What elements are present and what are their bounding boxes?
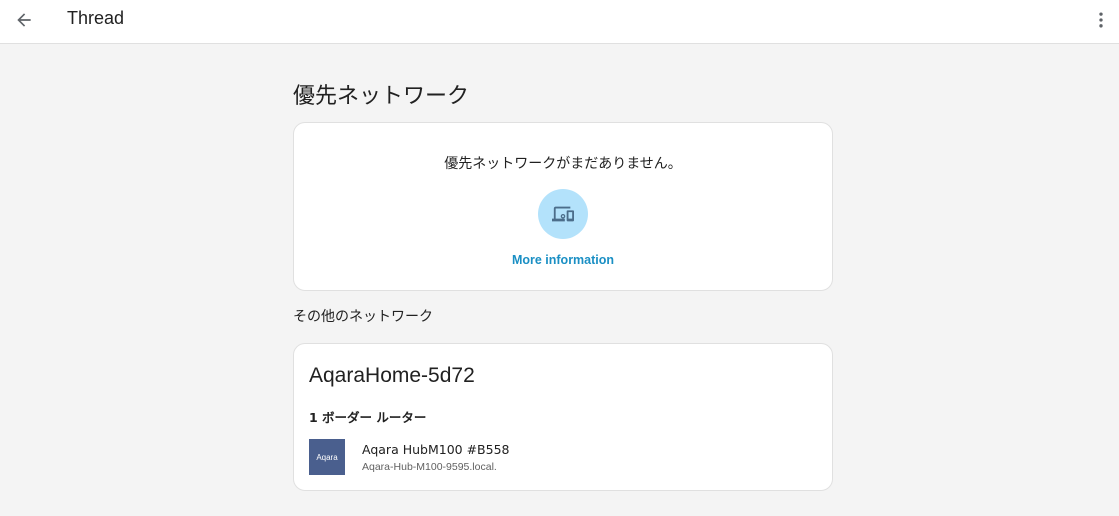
border-router-item[interactable]: Aqara Aqara HubM100 #B558 Aqara-Hub-M100… <box>309 439 809 475</box>
top-app-bar: Thread <box>0 0 1119 44</box>
back-button[interactable] <box>10 6 38 34</box>
other-networks-heading: その他のネットワーク <box>293 309 433 325</box>
router-name: Aqara HubM100 #B558 <box>362 442 510 457</box>
arrow-left-icon <box>17 13 31 27</box>
devices-icon-badge <box>538 189 588 239</box>
page-title: Thread <box>67 8 125 28</box>
no-preferred-network-text: 優先ネットワークがまだありません。 <box>444 156 682 172</box>
overflow-menu-button[interactable] <box>1089 8 1113 32</box>
border-router-count: 1 ボーダー ルーター <box>309 410 427 425</box>
preferred-network-card: 優先ネットワークがまだありません。 More information <box>293 122 833 291</box>
preferred-network-heading: 優先ネットワーク <box>293 84 470 109</box>
network-card: AqaraHome-5d72 1 ボーダー ルーター Aqara Aqara H… <box>293 343 833 491</box>
network-name: AqaraHome-5d72 <box>309 364 475 387</box>
devices-icon <box>552 206 574 222</box>
more-vertical-icon <box>1099 12 1103 28</box>
aqara-logo: Aqara <box>309 439 345 475</box>
more-information-link[interactable]: More information <box>294 253 832 267</box>
router-hostname: Aqara-Hub-M100-9595.local. <box>362 461 497 473</box>
